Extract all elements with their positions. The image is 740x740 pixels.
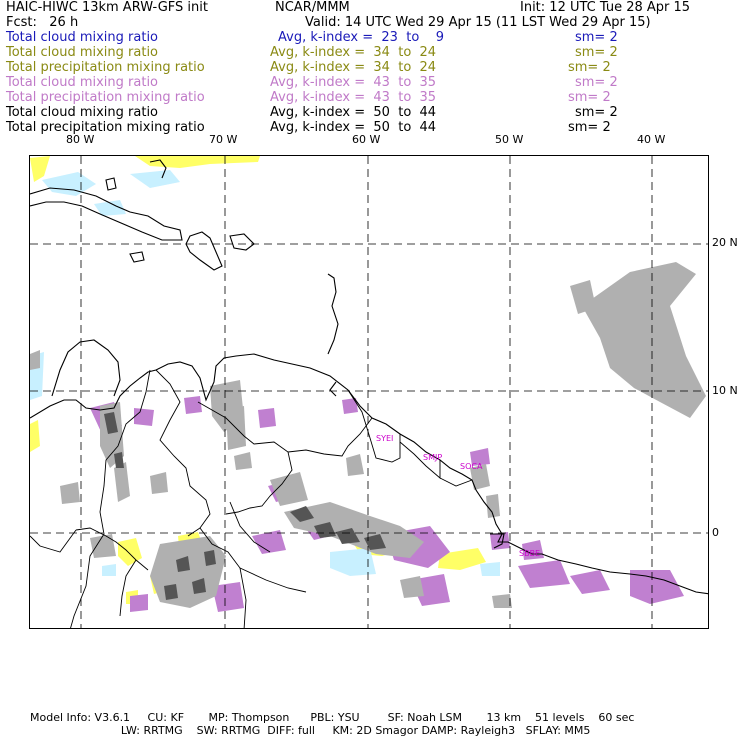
legend-sm: sm= 2 bbox=[568, 60, 611, 75]
legend-avg: Avg, k-index = 43 to 35 bbox=[270, 90, 437, 105]
map-panel: SYEI SMJP SOCA SBBE bbox=[29, 155, 709, 629]
valid-time: Valid: 14 UTC Wed 29 Apr 15 (11 LST Wed … bbox=[305, 15, 651, 30]
map-canvas: SYEI SMJP SOCA SBBE bbox=[30, 156, 708, 628]
legend-avg: Avg, k-index = 50 to 44 bbox=[270, 105, 437, 120]
plot-title: HAIC-HIWC 13km ARW-GFS init bbox=[6, 0, 208, 15]
lon-label-80w: 80 W bbox=[66, 133, 95, 146]
legend-sm: sm= 2 bbox=[568, 120, 611, 135]
legend-avg: Avg, k-index = 34 to 24 bbox=[270, 60, 437, 75]
forecast-hour: Fcst: 26 h bbox=[6, 15, 79, 30]
legend-field: Total cloud mixing ratio bbox=[6, 75, 159, 90]
init-time: Init: 12 UTC Tue 28 Apr 15 bbox=[520, 0, 691, 15]
lat-label-20n: 20 N bbox=[712, 236, 738, 249]
legend-sm: sm= 2 bbox=[568, 90, 611, 105]
model-info-line2: LW: RRTMG SW: RRTMG DIFF: full KM: 2D Sm… bbox=[30, 724, 591, 737]
legend-field: Total cloud mixing ratio bbox=[6, 105, 159, 120]
legend-sm: sm= 2 bbox=[575, 75, 618, 90]
legend-field: Total precipitation mixing ratio bbox=[6, 90, 205, 105]
legend-avg: Avg, k-index = 23 to 9 bbox=[278, 30, 445, 45]
model-info-line1: Model Info: V3.6.1 CU: KF MP: Thompson P… bbox=[30, 711, 635, 724]
legend-field: Total cloud mixing ratio bbox=[6, 45, 159, 60]
lon-label-40w: 40 W bbox=[637, 133, 666, 146]
lat-label-10n: 10 N bbox=[712, 384, 738, 397]
station-soca: SOCA bbox=[460, 462, 483, 471]
station-sbbe: SBBE bbox=[519, 549, 540, 558]
legend-sm: sm= 2 bbox=[575, 30, 618, 45]
station-smjp: SMJP bbox=[423, 453, 442, 462]
legend-field: Total precipitation mixing ratio bbox=[6, 120, 205, 135]
legend-sm: sm= 2 bbox=[575, 45, 618, 60]
lon-label-60w: 60 W bbox=[352, 133, 381, 146]
lat-label-0: 0 bbox=[712, 526, 719, 539]
legend-avg: Avg, k-index = 43 to 35 bbox=[270, 75, 437, 90]
organization-label: NCAR/MMM bbox=[275, 0, 350, 15]
station-syei: SYEI bbox=[376, 434, 393, 443]
legend-field: Total precipitation mixing ratio bbox=[6, 60, 205, 75]
lon-label-70w: 70 W bbox=[209, 133, 238, 146]
lon-label-50w: 50 W bbox=[495, 133, 524, 146]
legend-field: Total cloud mixing ratio bbox=[6, 30, 159, 45]
legend-avg: Avg, k-index = 34 to 24 bbox=[270, 45, 437, 60]
legend-sm: sm= 2 bbox=[575, 105, 618, 120]
